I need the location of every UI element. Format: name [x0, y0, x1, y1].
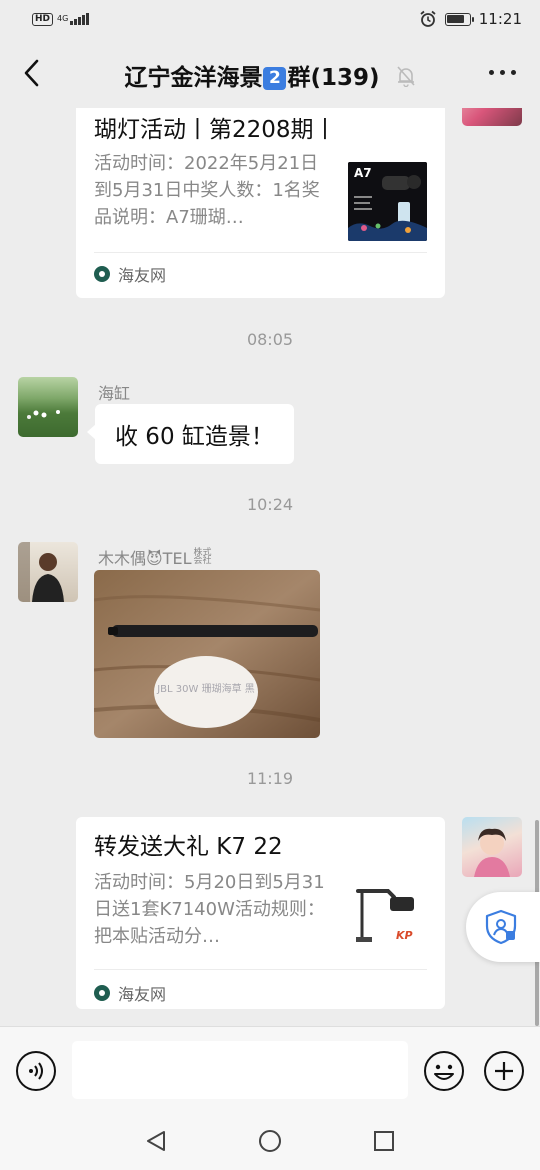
- chat-header: 辽宁金洋海景 2 群(139): [0, 38, 540, 108]
- image-message[interactable]: JBL 30W 珊瑚海草 黑: [94, 570, 320, 738]
- more-options-button[interactable]: [489, 70, 516, 75]
- sender-name: 木木偶😈TEL 株式会社: [98, 545, 213, 569]
- chat-title: 辽宁金洋海景 2 群(139): [0, 58, 540, 92]
- source-name: 海友网: [118, 266, 167, 285]
- smiley-icon: [434, 1064, 454, 1080]
- card-source: 海友网: [94, 262, 166, 286]
- card-title: 转发送大礼 K7 22: [94, 834, 283, 860]
- emoji-button[interactable]: [424, 1051, 464, 1091]
- security-shield-button[interactable]: [466, 892, 540, 962]
- voice-icon: [29, 1062, 43, 1080]
- nav-back-icon[interactable]: [144, 1129, 168, 1153]
- timestamp: 10:24: [246, 495, 294, 514]
- message-text: 收 60 缸造景！: [115, 424, 274, 450]
- hd-badge: HD: [32, 12, 54, 26]
- card-description: 活动时间：5月20日到5月31日送1套K7140W活动规则：把本贴活动分…: [94, 872, 325, 947]
- photo-handwriting: JBL 30W 珊瑚海草 黑: [156, 682, 255, 695]
- network-type: 4G: [57, 15, 68, 23]
- status-bar: HD 4G 11:21: [0, 0, 540, 38]
- avatar-sender[interactable]: [18, 542, 78, 602]
- plus-icon: [495, 1062, 513, 1080]
- source-logo-icon: [94, 266, 110, 282]
- card-description: 活动时间：2022年5月21日到5月31日中奖人数：1名奖品说明：A7珊瑚…: [94, 153, 320, 228]
- network-label: 4G: [57, 14, 69, 23]
- card-source: 海友网: [94, 981, 166, 1005]
- chat-message-list[interactable]: 瑚灯活动丨第2208期丨 活动时间：2022年5月21日到5月31日中奖人数：1…: [0, 108, 540, 1026]
- system-navigation-bar: [0, 1112, 540, 1170]
- message-input-bar: [0, 1026, 540, 1112]
- member-count: 群(139): [287, 65, 380, 91]
- message-input[interactable]: [72, 1041, 408, 1099]
- avatar-self[interactable]: [462, 108, 522, 126]
- card-title: 瑚灯活动丨第2208期丨: [94, 117, 337, 143]
- battery-icon: [444, 12, 474, 26]
- source-logo-icon: [94, 985, 110, 1001]
- alarm-icon: [420, 10, 436, 27]
- shared-link-card[interactable]: 瑚灯活动丨第2208期丨 活动时间：2022年5月21日到5月31日中奖人数：1…: [76, 108, 445, 298]
- mute-bell-icon: [396, 66, 415, 87]
- sender-name-tail: 株式会社: [193, 548, 212, 566]
- thumb-label: KP: [396, 929, 413, 942]
- source-name: 海友网: [118, 985, 167, 1004]
- shared-link-card[interactable]: 转发送大礼 K7 22 活动时间：5月20日到5月31日送1套K7140W活动规…: [76, 817, 445, 1009]
- avatar-self[interactable]: [462, 817, 522, 877]
- signal-icon: [70, 13, 89, 25]
- avatar-sender[interactable]: [18, 377, 78, 437]
- nav-home-icon[interactable]: [258, 1129, 282, 1153]
- timestamp: 11:19: [246, 769, 294, 788]
- sender-nickname: 木木偶😈TEL: [98, 549, 192, 568]
- nav-recents-icon[interactable]: [372, 1129, 396, 1153]
- clock-time: 11:21: [478, 10, 522, 28]
- timestamp: 08:05: [246, 330, 294, 349]
- voice-input-button[interactable]: [16, 1051, 56, 1091]
- card-thumbnail: A7: [348, 162, 427, 241]
- thumb-label: A7: [354, 166, 372, 180]
- card-thumbnail: KP: [348, 879, 427, 958]
- sender-name: 海缸: [98, 384, 131, 403]
- shield-icon: [485, 909, 517, 945]
- message-bubble[interactable]: 收 60 缸造景！: [87, 404, 294, 464]
- group-number-badge: 2: [263, 67, 287, 90]
- battery-level: [447, 15, 465, 23]
- group-name: 辽宁金洋海景: [124, 65, 263, 91]
- more-actions-button[interactable]: [484, 1051, 524, 1091]
